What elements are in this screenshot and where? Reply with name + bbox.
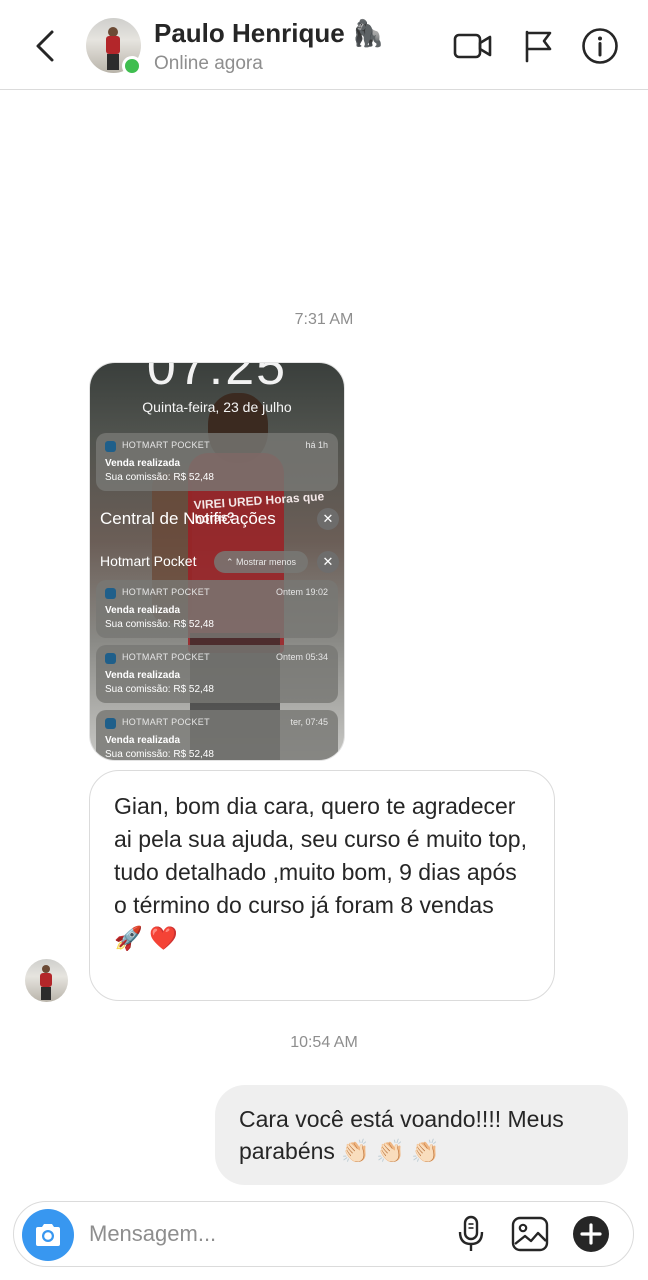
- lockscreen-date: Quinta-feira, 23 de julho: [142, 399, 292, 415]
- message-composer: Mensagem...: [13, 1201, 634, 1267]
- notification-card: HOTMART POCKET Ontem 19:02 Venda realiza…: [96, 580, 338, 638]
- notification-body: Sua comissão: R$ 52,48: [105, 684, 214, 695]
- notification-card: HOTMART POCKET há 1h Venda realizada Sua…: [96, 433, 338, 491]
- show-less-label: Mostrar menos: [236, 557, 297, 567]
- notification-time: Ontem 05:34: [275, 652, 328, 662]
- notification-title: Venda realizada: [105, 735, 181, 746]
- notification-center-title: Central de Notificações: [100, 509, 276, 528]
- notification-card: HOTMART POCKET ter, 07:45 Venda realizad…: [96, 710, 338, 760]
- notification-body: Sua comissão: R$ 52,48: [105, 619, 214, 630]
- show-less-pill: ⌃ Mostrar menos: [214, 551, 308, 573]
- message-timestamp: 10:54 AM: [290, 1034, 358, 1051]
- notification-time: ter, 07:45: [290, 717, 328, 727]
- notification-body: Sua comissão: R$ 52,48: [105, 749, 214, 760]
- heart-emoji: ❤️: [149, 925, 178, 951]
- camera-icon[interactable]: [22, 1209, 74, 1261]
- received-message-bubble[interactable]: Gian, bom dia cara, quero te agradecer a…: [89, 770, 555, 1001]
- notification-title: Venda realizada: [105, 605, 181, 616]
- notification-title: Venda realizada: [105, 670, 181, 681]
- notification-app: HOTMART POCKET: [122, 717, 210, 727]
- close-icon: ✕: [317, 551, 339, 573]
- avatar-photo: [25, 959, 68, 1002]
- notification-time: Ontem 19:02: [275, 587, 328, 597]
- back-chevron-icon[interactable]: [28, 26, 62, 66]
- online-indicator: [122, 56, 142, 76]
- message-text: Gian, bom dia cara, quero te agradecer a…: [114, 793, 527, 918]
- message-input[interactable]: Mensagem...: [89, 1221, 216, 1247]
- chat-header: Paulo Henrique 🦍 Online agora: [0, 0, 648, 90]
- notification-time: há 1h: [305, 440, 328, 450]
- contact-name[interactable]: Paulo Henrique 🦍: [154, 18, 384, 49]
- lockscreen-clock: 07:25: [146, 362, 288, 396]
- microphone-icon[interactable]: [451, 1214, 491, 1254]
- close-icon: ✕: [317, 508, 339, 530]
- info-icon[interactable]: [580, 26, 620, 66]
- sent-message-bubble[interactable]: Cara você está voando!!!! Meus parabéns …: [215, 1085, 628, 1185]
- video-camera-icon[interactable]: [453, 26, 493, 66]
- contact-status: Online agora: [154, 53, 263, 74]
- hotmart-app-icon: [105, 653, 116, 664]
- hotmart-app-icon: [105, 588, 116, 599]
- flag-icon[interactable]: [518, 26, 558, 66]
- hotmart-app-icon: [105, 441, 116, 452]
- contact-avatar[interactable]: [86, 18, 142, 76]
- rocket-emoji: 🚀: [114, 925, 143, 951]
- hotmart-app-icon: [105, 718, 116, 729]
- shared-photo-message[interactable]: VIREI URED Horas que horas? 07:25 Quinta…: [89, 362, 345, 761]
- notification-app: HOTMART POCKET: [122, 587, 210, 597]
- notification-app: HOTMART POCKET: [122, 652, 210, 662]
- message-timestamp: 7:31 AM: [294, 311, 354, 328]
- clap-emoji: 👏🏻 👏🏻 👏🏻: [341, 1138, 441, 1164]
- notification-card: HOTMART POCKET Ontem 05:34 Venda realiza…: [96, 645, 338, 703]
- plus-icon[interactable]: [571, 1214, 611, 1254]
- notification-title: Venda realizada: [105, 458, 181, 469]
- notification-app: HOTMART POCKET: [122, 440, 210, 450]
- sender-avatar[interactable]: [25, 959, 68, 1002]
- gallery-icon[interactable]: [510, 1214, 550, 1254]
- notification-group-title: Hotmart Pocket: [100, 553, 197, 569]
- notification-body: Sua comissão: R$ 52,48: [105, 472, 214, 483]
